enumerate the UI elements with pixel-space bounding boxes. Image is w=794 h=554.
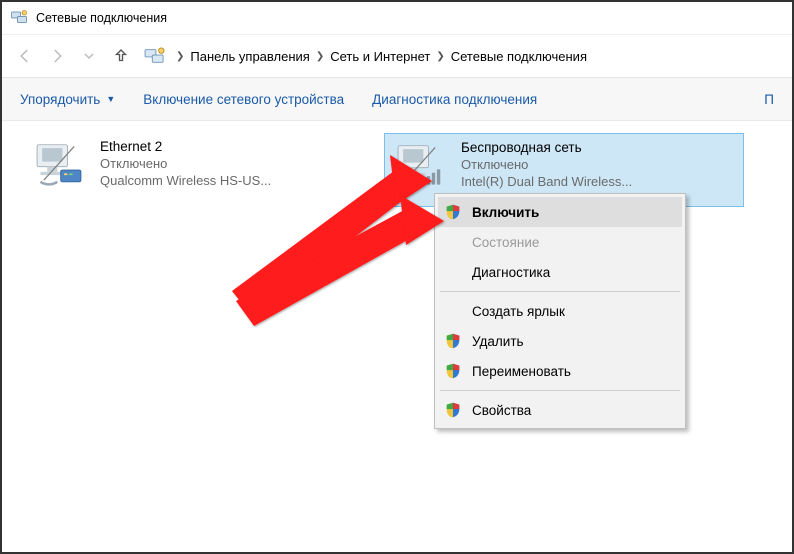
ethernet-adapter-icon: [32, 139, 86, 191]
context-menu-label: Диагностика: [472, 265, 550, 280]
navigation-bar: ❯ Панель управления ❯ Сеть и Интернет ❯ …: [2, 35, 792, 78]
context-menu-properties[interactable]: Свойства: [438, 395, 682, 425]
shield-icon: [444, 332, 462, 350]
diagnose-label: Диагностика подключения: [372, 92, 537, 107]
chevron-right-icon[interactable]: ❯: [316, 51, 324, 62]
chevron-right-icon[interactable]: ❯: [436, 51, 444, 62]
context-menu-label: Включить: [472, 205, 539, 220]
context-menu: Включить Состояние Диагностика Создать я…: [434, 193, 686, 429]
wireless-adapter-icon: [393, 140, 447, 192]
blank-icon: [444, 263, 462, 281]
breadcrumb-item[interactable]: Панель управления: [190, 49, 309, 64]
chevron-down-icon: ▼: [106, 94, 115, 104]
chevron-right-icon[interactable]: ❯: [176, 51, 184, 62]
context-menu-label: Состояние: [472, 235, 539, 250]
back-button[interactable]: [12, 43, 38, 69]
enable-device-command[interactable]: Включение сетевого устройства: [143, 92, 344, 107]
organize-menu[interactable]: Упорядочить ▼: [20, 92, 115, 107]
context-menu-label: Свойства: [472, 403, 531, 418]
enable-device-label: Включение сетевого устройства: [143, 92, 344, 107]
shield-icon: [444, 401, 462, 419]
adapter-status: Отключено: [100, 156, 271, 171]
adapter-name: Беспроводная сеть: [461, 140, 632, 155]
window-title: Сетевые подключения: [36, 11, 167, 25]
more-label: П: [764, 92, 774, 107]
context-menu-diagnose[interactable]: Диагностика: [438, 257, 682, 287]
blank-icon: [444, 302, 462, 320]
separator: [440, 291, 680, 292]
context-menu-create-shortcut[interactable]: Создать ярлык: [438, 296, 682, 326]
adapter-info: Беспроводная сеть Отключено Intel(R) Dua…: [461, 140, 632, 189]
separator: [440, 390, 680, 391]
shield-icon: [444, 203, 462, 221]
adapter-hardware: Intel(R) Dual Band Wireless...: [461, 174, 632, 189]
context-menu-label: Удалить: [472, 334, 524, 349]
title-bar: Сетевые подключения: [2, 2, 792, 35]
context-menu-rename[interactable]: Переименовать: [438, 356, 682, 386]
adapter-status: Отключено: [461, 157, 632, 172]
recent-locations-dropdown[interactable]: [76, 43, 102, 69]
diagnose-command[interactable]: Диагностика подключения: [372, 92, 537, 107]
context-menu-status: Состояние: [438, 227, 682, 257]
context-menu-label: Создать ярлык: [472, 304, 565, 319]
breadcrumb-item[interactable]: Сеть и Интернет: [330, 49, 430, 64]
breadcrumb: ❯ Панель управления ❯ Сеть и Интернет ❯ …: [176, 49, 587, 64]
adapter-info: Ethernet 2 Отключено Qualcomm Wireless H…: [100, 139, 271, 188]
organize-label: Упорядочить: [20, 92, 100, 107]
shield-icon: [444, 362, 462, 380]
context-menu-label: Переименовать: [472, 364, 571, 379]
path-icon: [144, 47, 166, 65]
context-menu-enable[interactable]: Включить: [438, 197, 682, 227]
content-area: Ethernet 2 Отключено Qualcomm Wireless H…: [2, 121, 792, 219]
context-menu-delete[interactable]: Удалить: [438, 326, 682, 356]
blank-icon: [444, 233, 462, 251]
network-connections-icon: [10, 9, 28, 27]
adapter-name: Ethernet 2: [100, 139, 271, 154]
adapter-hardware: Qualcomm Wireless HS-US...: [100, 173, 271, 188]
breadcrumb-item[interactable]: Сетевые подключения: [451, 49, 587, 64]
command-bar: Упорядочить ▼ Включение сетевого устройс…: [2, 78, 792, 121]
more-commands[interactable]: П: [764, 92, 774, 107]
adapter-item-ethernet[interactable]: Ethernet 2 Отключено Qualcomm Wireless H…: [24, 133, 384, 207]
forward-button[interactable]: [44, 43, 70, 69]
window-frame: Сетевые подключения ❯ Панель управления …: [0, 0, 794, 554]
up-button[interactable]: [108, 43, 134, 69]
